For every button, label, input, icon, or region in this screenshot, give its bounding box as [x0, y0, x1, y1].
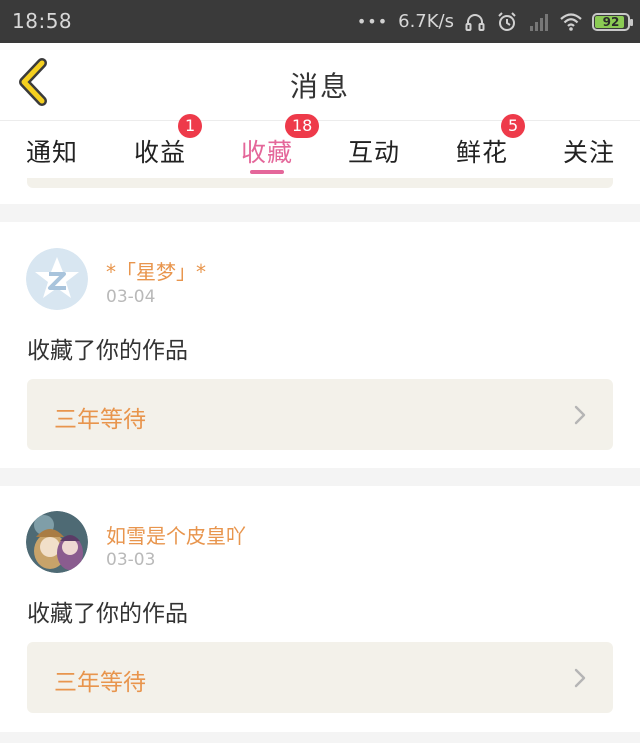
tab-following[interactable]: 关注	[563, 133, 615, 169]
user-name[interactable]: *「星梦」*	[106, 256, 206, 285]
network-speed: 6.7K/s	[398, 11, 454, 32]
status-indicators: ••• 6.7K/s 92	[356, 0, 633, 43]
previous-message-card	[0, 178, 640, 204]
previous-work-row[interactable]	[27, 178, 613, 188]
message-card: *「星梦」* 03-04 收藏了你的作品 三年等待	[0, 222, 640, 468]
favorites-badge: 18	[285, 114, 320, 138]
tab-flowers[interactable]: 鲜花	[456, 133, 508, 169]
work-title: 三年等待	[54, 407, 146, 433]
tab-favorites[interactable]: 收藏	[241, 133, 293, 169]
signal-icon	[530, 13, 548, 31]
message-tabs: 通知 收益 1 收藏 18 互动 鲜花 5 关注	[0, 114, 640, 178]
anime-avatar-image[interactable]	[26, 511, 88, 573]
user-name[interactable]: 如雪是个皮皇吖	[106, 520, 246, 549]
tab-interactions[interactable]: 互动	[348, 133, 400, 169]
tab-earnings[interactable]: 收益	[134, 133, 186, 169]
message-text: 收藏了你的作品	[27, 601, 188, 627]
nav-bar: 消息	[0, 43, 640, 120]
battery-level: 92	[602, 14, 620, 29]
wifi-icon	[560, 12, 582, 31]
work-title: 三年等待	[54, 670, 146, 696]
chevron-right-icon	[574, 668, 586, 688]
status-time: 18:58	[12, 9, 73, 33]
status-bar: 18:58 ••• 6.7K/s 92	[0, 0, 640, 43]
alarm-icon	[498, 11, 516, 31]
work-link-row[interactable]: 三年等待	[27, 642, 613, 713]
qq-default-avatar-icon[interactable]	[26, 248, 88, 310]
message-text: 收藏了你的作品	[27, 338, 188, 364]
page-title: 消息	[289, 70, 350, 103]
message-date: 03-03	[106, 550, 156, 570]
active-tab-indicator	[250, 170, 284, 174]
message-card: 如雪是个皮皇吖 03-03 收藏了你的作品 三年等待	[0, 486, 640, 732]
earnings-badge: 1	[178, 114, 203, 138]
flowers-badge: 5	[501, 114, 526, 138]
tab-notifications[interactable]: 通知	[26, 133, 78, 169]
work-link-row[interactable]: 三年等待	[27, 379, 613, 450]
message-date: 03-04	[106, 287, 156, 307]
headset-icon	[465, 13, 485, 31]
chevron-right-icon	[574, 405, 586, 425]
battery-icon: 92	[592, 12, 633, 31]
more-dots-icon: •••	[356, 12, 389, 31]
